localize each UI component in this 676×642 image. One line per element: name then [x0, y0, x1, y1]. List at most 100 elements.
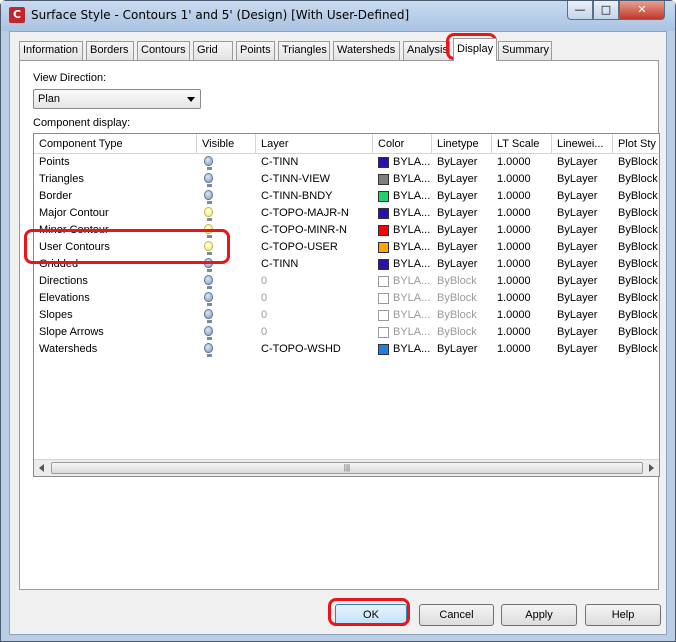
title-bar[interactable]: C Surface Style - Contours 1' and 5' (De…: [1, 1, 675, 31]
cell-lineweight[interactable]: ByLayer: [557, 341, 613, 358]
cell-lineweight[interactable]: ByLayer: [557, 273, 613, 290]
tab-contours[interactable]: Contours: [137, 41, 190, 60]
color-swatch[interactable]: [378, 259, 389, 270]
cell-linetype[interactable]: ByLayer: [437, 256, 492, 273]
table-row[interactable]: Slope Arrows 0 BYLA... ByBlock 1.0000 ByLayer…: [34, 324, 659, 341]
column-header-lineweight[interactable]: Linewei...: [552, 134, 613, 154]
cell-layer[interactable]: C-TINN: [261, 256, 371, 273]
color-swatch[interactable]: [378, 327, 389, 338]
table-row[interactable]: Points C-TINN BYLA... ByLayer 1.0000 ByLayer B…: [34, 154, 659, 171]
cell-linetype[interactable]: ByLayer: [437, 205, 492, 222]
cell-lt-scale[interactable]: 1.0000: [497, 307, 552, 324]
column-header-component-type[interactable]: Component Type: [34, 134, 197, 154]
cell-plot-style[interactable]: ByBlock: [618, 273, 659, 290]
cell-lineweight[interactable]: ByLayer: [557, 188, 613, 205]
column-header-layer[interactable]: Layer: [256, 134, 373, 154]
tab-points[interactable]: Points: [236, 41, 275, 60]
cell-lineweight[interactable]: ByLayer: [557, 324, 613, 341]
color-swatch[interactable]: [378, 174, 389, 185]
cell-linetype[interactable]: ByBlock: [437, 307, 492, 324]
tab-grid[interactable]: Grid: [193, 41, 233, 60]
color-swatch[interactable]: [378, 191, 389, 202]
cell-linetype[interactable]: ByBlock: [437, 290, 492, 307]
minimize-button[interactable]: —: [567, 1, 593, 20]
cell-lt-scale[interactable]: 1.0000: [497, 256, 552, 273]
help-button[interactable]: Help: [585, 604, 661, 626]
cell-layer[interactable]: C-TOPO-USER: [261, 239, 371, 256]
cell-color[interactable]: BYLA...: [393, 222, 431, 239]
cell-lt-scale[interactable]: 1.0000: [497, 222, 552, 239]
maximize-button[interactable]: □: [593, 1, 619, 20]
cell-color[interactable]: BYLA...: [393, 239, 431, 256]
lightbulb-icon[interactable]: [204, 275, 213, 289]
color-swatch[interactable]: [378, 157, 389, 168]
cell-layer[interactable]: 0: [261, 290, 371, 307]
scroll-left-icon[interactable]: [39, 464, 44, 472]
cell-lt-scale[interactable]: 1.0000: [497, 273, 552, 290]
cell-lineweight[interactable]: ByLayer: [557, 307, 613, 324]
cancel-button[interactable]: Cancel: [419, 604, 494, 626]
table-row[interactable]: Triangles C-TINN-VIEW BYLA... ByLayer 1.0000…: [34, 171, 659, 188]
cell-layer[interactable]: C-TOPO-WSHD: [261, 341, 371, 358]
cell-lt-scale[interactable]: 1.0000: [497, 239, 552, 256]
cell-lineweight[interactable]: ByLayer: [557, 256, 613, 273]
cell-linetype[interactable]: ByLayer: [437, 154, 492, 171]
tab-summary[interactable]: Summary: [498, 41, 552, 60]
tab-display[interactable]: Display: [453, 38, 497, 61]
cell-lt-scale[interactable]: 1.0000: [497, 290, 552, 307]
cell-lineweight[interactable]: ByLayer: [557, 222, 613, 239]
cell-color[interactable]: BYLA...: [393, 341, 431, 358]
ok-button[interactable]: OK: [335, 604, 407, 626]
cell-color[interactable]: BYLA...: [393, 154, 431, 171]
cell-linetype[interactable]: ByLayer: [437, 188, 492, 205]
color-swatch[interactable]: [378, 225, 389, 236]
cell-lineweight[interactable]: ByLayer: [557, 239, 613, 256]
color-swatch[interactable]: [378, 242, 389, 253]
cell-layer[interactable]: 0: [261, 324, 371, 341]
cell-layer[interactable]: C-TINN-VIEW: [261, 171, 371, 188]
table-row[interactable]: Minor Contour C-TOPO-MINR-N BYLA... ByLayer…: [34, 222, 659, 239]
lightbulb-icon[interactable]: [204, 258, 213, 272]
color-swatch[interactable]: [378, 310, 389, 321]
table-row[interactable]: Border C-TINN-BNDY BYLA... ByLayer 1.0000 ByL…: [34, 188, 659, 205]
column-header-color[interactable]: Color: [373, 134, 432, 154]
table-row[interactable]: Directions 0 BYLA... ByBlock 1.0000 ByLayer By…: [34, 273, 659, 290]
column-header-plot-style[interactable]: Plot Sty: [613, 134, 659, 154]
table-row[interactable]: Gridded C-TINN BYLA... ByLayer 1.0000 ByLayer…: [34, 256, 659, 273]
cell-lineweight[interactable]: ByLayer: [557, 290, 613, 307]
cell-layer[interactable]: C-TOPO-MAJR-N: [261, 205, 371, 222]
cell-linetype[interactable]: ByBlock: [437, 273, 492, 290]
column-header-visible[interactable]: Visible: [197, 134, 256, 154]
cell-layer[interactable]: C-TINN: [261, 154, 371, 171]
cell-lineweight[interactable]: ByLayer: [557, 171, 613, 188]
tab-analysis[interactable]: Analysis: [403, 41, 450, 60]
cell-linetype[interactable]: ByLayer: [437, 171, 492, 188]
view-direction-dropdown[interactable]: Plan: [33, 89, 201, 109]
cell-lt-scale[interactable]: 1.0000: [497, 205, 552, 222]
lightbulb-icon[interactable]: [204, 173, 213, 187]
cell-linetype[interactable]: ByLayer: [437, 239, 492, 256]
cell-plot-style[interactable]: ByBlock: [618, 324, 659, 341]
color-swatch[interactable]: [378, 344, 389, 355]
cell-plot-style[interactable]: ByBlock: [618, 290, 659, 307]
lightbulb-icon[interactable]: [204, 207, 213, 221]
table-row[interactable]: Slopes 0 BYLA... ByBlock 1.0000 ByLayer ByBloc…: [34, 307, 659, 324]
tab-triangles[interactable]: Triangles: [278, 41, 330, 60]
color-swatch[interactable]: [378, 293, 389, 304]
cell-color[interactable]: BYLA...: [393, 273, 431, 290]
cell-layer[interactable]: C-TINN-BNDY: [261, 188, 371, 205]
cell-linetype[interactable]: ByBlock: [437, 324, 492, 341]
cell-lt-scale[interactable]: 1.0000: [497, 154, 552, 171]
tab-information[interactable]: Information: [19, 41, 83, 60]
column-header-lt-scale[interactable]: LT Scale: [492, 134, 552, 154]
cell-color[interactable]: BYLA...: [393, 290, 431, 307]
scroll-right-icon[interactable]: [649, 464, 654, 472]
lightbulb-icon[interactable]: [204, 190, 213, 204]
cell-color[interactable]: BYLA...: [393, 256, 431, 273]
tab-watersheds[interactable]: Watersheds: [333, 41, 400, 60]
table-row[interactable]: Watersheds C-TOPO-WSHD BYLA... ByLayer 1.000…: [34, 341, 659, 358]
table-row[interactable]: Major Contour C-TOPO-MAJR-N BYLA... ByLayer…: [34, 205, 659, 222]
cell-lineweight[interactable]: ByLayer: [557, 154, 613, 171]
cell-linetype[interactable]: ByLayer: [437, 341, 492, 358]
lightbulb-icon[interactable]: [204, 224, 213, 238]
